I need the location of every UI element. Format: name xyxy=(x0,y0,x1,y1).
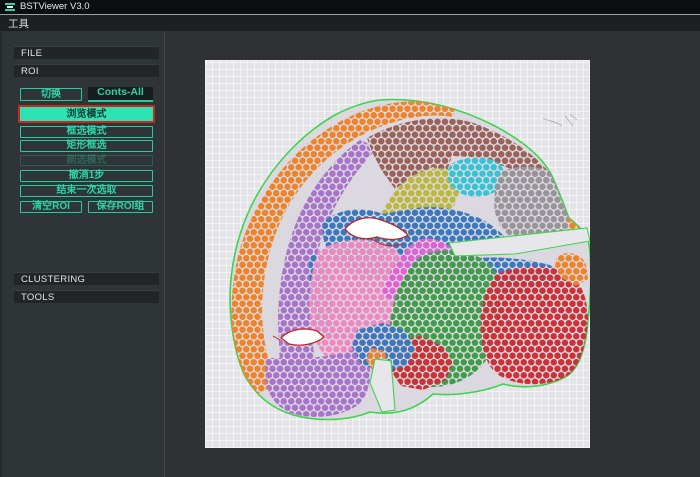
end-selection-button[interactable]: 结束一次选取 xyxy=(20,185,153,197)
section-header-clustering[interactable]: CLUSTERING xyxy=(14,272,159,285)
switch-button[interactable]: 切换 xyxy=(20,88,82,101)
save-roi-group-button[interactable]: 保存ROI组 xyxy=(88,201,153,213)
slide-mark-2 xyxy=(570,114,577,120)
menu-item-tools[interactable]: 工具 xyxy=(0,15,37,31)
region-red-main xyxy=(481,267,588,385)
spatial-cluster-plot[interactable] xyxy=(205,60,590,448)
window-title: BSTViewer V3.0 xyxy=(20,0,90,14)
mode-button-browse[interactable]: 浏览模式 xyxy=(18,105,155,123)
mode-button-box-select[interactable]: 框选模式 xyxy=(20,126,153,138)
title-bar: BSTViewer V3.0 xyxy=(0,0,700,14)
conts-all-label[interactable]: Conts-All xyxy=(88,87,153,102)
mode-button-rect-select[interactable]: 矩形框选 xyxy=(20,140,153,152)
menu-bar: 工具 xyxy=(0,15,700,31)
app-icon xyxy=(5,3,15,12)
section-header-tools[interactable]: TOOLS xyxy=(14,290,159,303)
slide-mark-1 xyxy=(565,116,573,126)
section-header-roi[interactable]: ROI xyxy=(14,64,159,77)
slide-mark-0 xyxy=(543,118,562,126)
clear-roi-button[interactable]: 清空ROI xyxy=(20,201,82,213)
mode-button-brush-select[interactable]: 刷选模式 xyxy=(20,155,153,166)
sidebar-panel: FILE ROI 切换 Conts-All 浏览模式 框选模式 矩形框选 刷选模… xyxy=(0,31,166,477)
section-header-file[interactable]: FILE xyxy=(14,46,159,59)
undo-step-button[interactable]: 撤消1步 xyxy=(20,170,153,182)
viewer-area xyxy=(165,31,700,477)
